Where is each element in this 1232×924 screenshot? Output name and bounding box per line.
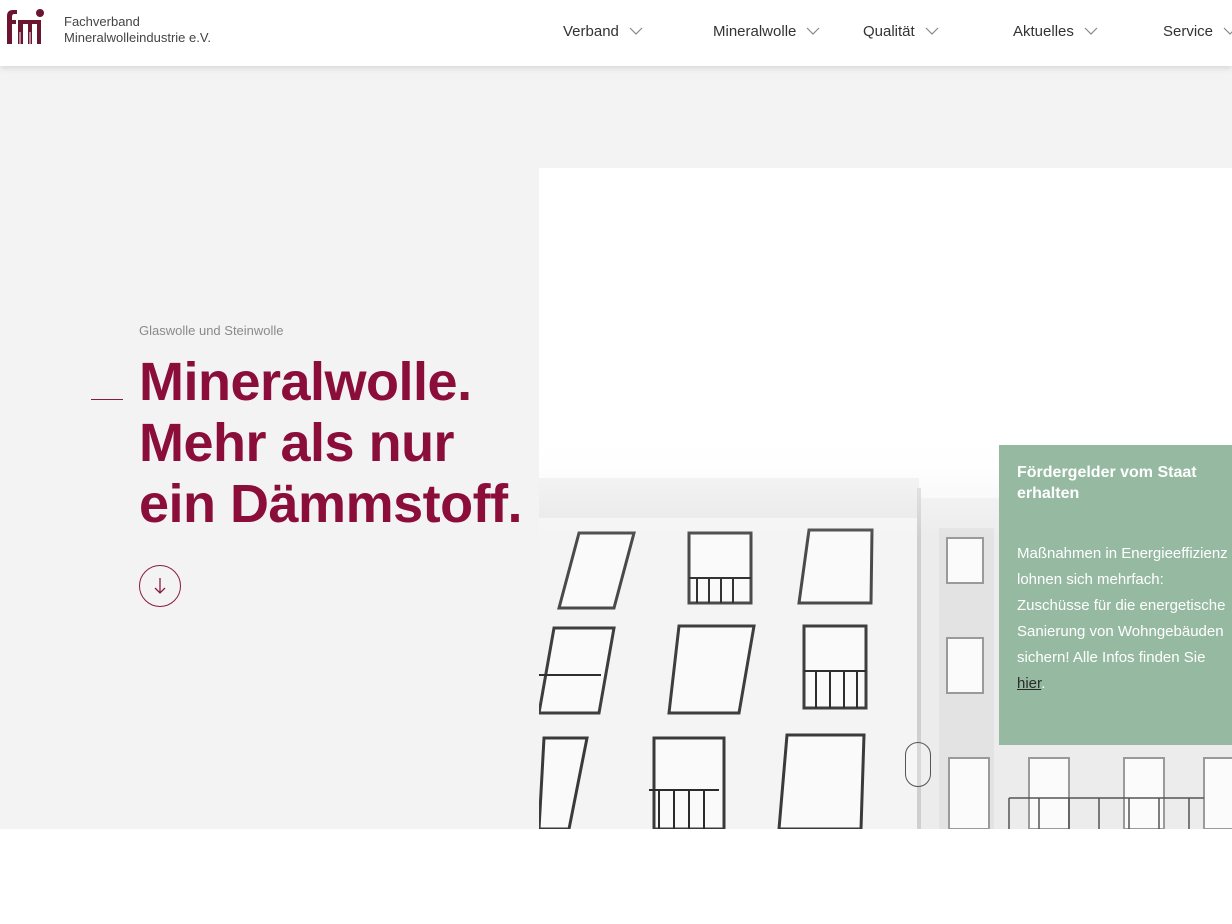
site-header: Fachverband Mineralwolleindustrie e.V. V… (0, 0, 1232, 66)
promo-text-end: . (1041, 675, 1046, 692)
hero-headline-line: Mineralwolle. (139, 352, 472, 412)
nav-item-label: Verband (563, 22, 619, 40)
promo-text-body: Maßnahmen in Energieeffizienz lohnen sic… (1017, 545, 1228, 666)
main-nav: Verband Mineralwolle Qualität Aktuelles … (0, 0, 1232, 66)
hero-headline-line: ein Dämmstoff. (139, 474, 523, 534)
nav-item-qualitaet[interactable]: Qualität (863, 20, 939, 42)
hero-section: Glaswolle und Steinwolle Mineralwolle. M… (0, 66, 1232, 829)
promo-box: Fördergelder vom Staat erhalten Maßnahme… (999, 445, 1232, 745)
hero-headline-line: Mehr als nur (139, 413, 455, 473)
nav-item-verband[interactable]: Verband (563, 20, 643, 42)
slider-handle[interactable] (905, 742, 931, 787)
chevron-down-icon (925, 27, 939, 35)
chevron-down-icon (1223, 27, 1232, 35)
nav-item-label: Service (1163, 22, 1214, 40)
nav-item-aktuelles[interactable]: Aktuelles (1013, 20, 1098, 42)
promo-link[interactable]: hier (1017, 675, 1041, 692)
promo-text: Maßnahmen in Energieeffizienz lohnen sic… (1017, 541, 1232, 697)
nav-item-label: Aktuelles (1013, 22, 1074, 40)
nav-item-mineralwolle[interactable]: Mineralwolle (713, 20, 820, 42)
nav-item-label: Qualität (863, 22, 915, 40)
nav-item-service[interactable]: Service (1163, 20, 1232, 42)
nav-item-label: Mineralwolle (713, 22, 797, 40)
content-below-hero (0, 829, 1232, 924)
chevron-down-icon (1084, 27, 1098, 35)
hero-eyebrow: Glaswolle und Steinwolle (139, 323, 284, 338)
promo-title: Fördergelder vom Staat erhalten (1017, 464, 1197, 502)
hero-accent-line (91, 399, 123, 400)
chevron-down-icon (806, 27, 820, 35)
scroll-down-button[interactable] (139, 565, 181, 607)
hero-headline: Mineralwolle. Mehr als nur ein Dämmstoff… (139, 352, 539, 535)
arrow-down-icon (154, 578, 166, 594)
chevron-down-icon (629, 27, 643, 35)
